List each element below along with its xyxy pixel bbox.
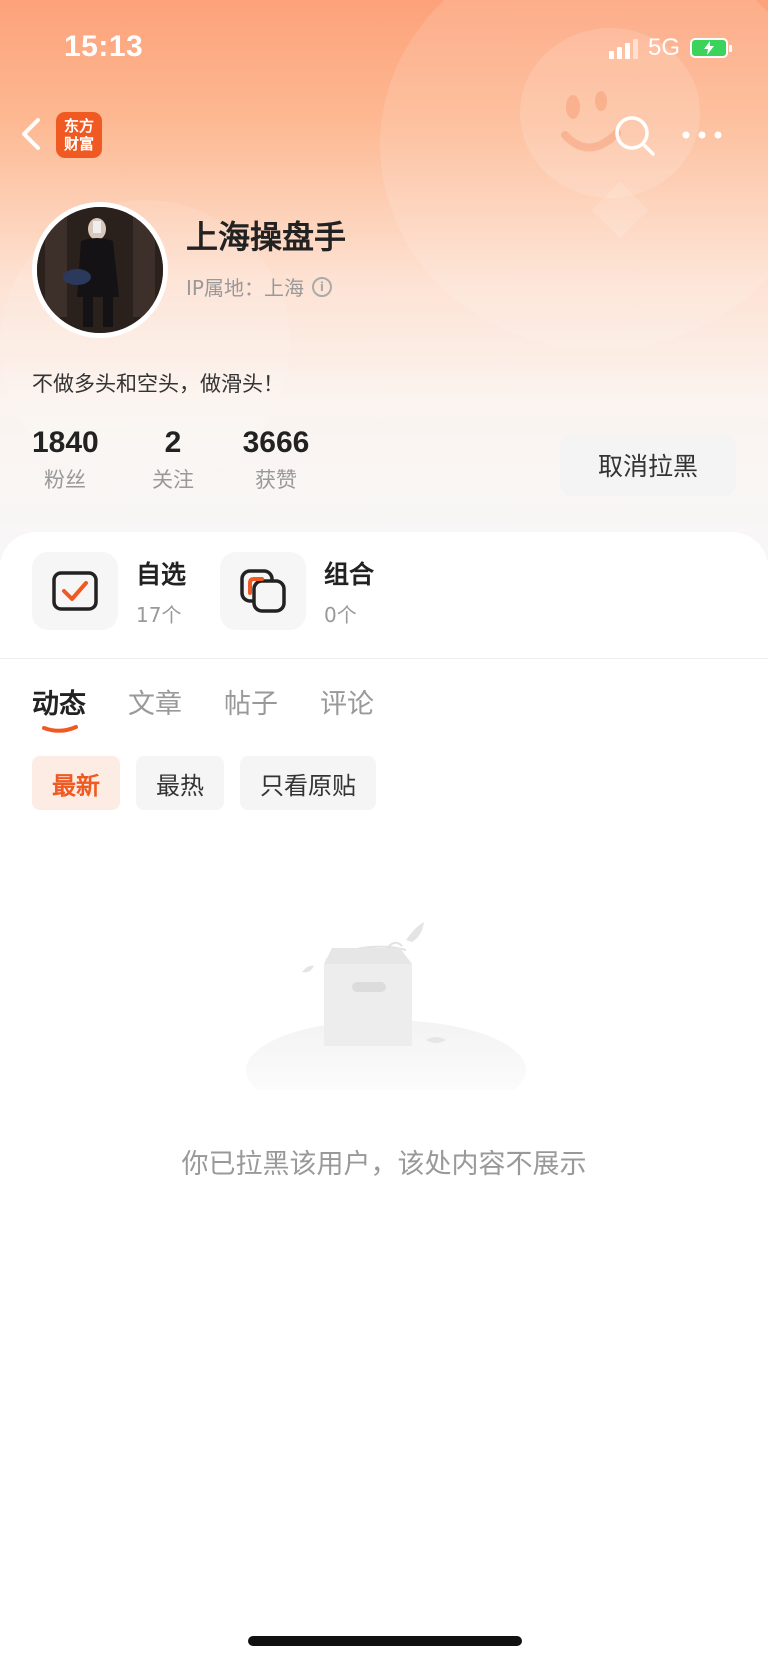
status-indicators: 5G <box>608 34 732 62</box>
avatar-photo-icon <box>37 207 163 333</box>
back-icon[interactable] <box>18 112 48 156</box>
info-icon[interactable]: i <box>311 276 332 297</box>
tab-articles[interactable]: 文章 <box>128 682 182 721</box>
signal-icon <box>608 37 638 59</box>
unblock-button[interactable]: 取消拉黑 <box>560 434 736 496</box>
avatar[interactable] <box>32 202 168 338</box>
quick-entry-title: 组合 <box>324 559 375 589</box>
filter-original-only[interactable]: 只看原贴 <box>240 756 376 810</box>
filter-latest[interactable]: 最新 <box>32 756 120 810</box>
filter-hot[interactable]: 最热 <box>136 756 224 810</box>
empty-box-illustration <box>246 922 526 1090</box>
quick-entry-portfolio[interactable]: 组合 0个 <box>220 552 374 630</box>
quick-entry-watchlist[interactable]: 自选 17个 <box>32 552 186 630</box>
battery-icon <box>690 38 732 58</box>
home-indicator[interactable] <box>248 1636 522 1646</box>
quick-entry-title: 自选 <box>136 559 187 589</box>
tab-active-indicator <box>42 725 78 733</box>
tab-label: 帖子 <box>224 689 278 720</box>
content-tabs: 动态 文章 帖子 评论 <box>32 682 374 733</box>
tab-label: 文章 <box>128 689 182 720</box>
tab-label: 评论 <box>320 689 374 720</box>
portfolio-icon <box>240 569 286 613</box>
filter-chips: 最新 最热 只看原贴 <box>32 756 376 810</box>
stat-label: 获赞 <box>255 468 297 492</box>
tab-dynamics[interactable]: 动态 <box>32 682 86 733</box>
more-icon[interactable] <box>680 122 726 148</box>
quick-entry-count: 0个 <box>324 602 357 627</box>
stat-likes[interactable]: 3666 获赞 <box>238 426 314 494</box>
username: 上海操盘手 <box>186 218 347 256</box>
stat-value: 2 <box>164 426 182 459</box>
stat-followers[interactable]: 1840 粉丝 <box>32 426 99 494</box>
watchlist-icon <box>52 571 98 611</box>
logo-text-line2: 财富 <box>63 135 94 153</box>
bio: 不做多头和空头，做滑头！ <box>32 372 284 396</box>
stat-value: 1840 <box>32 426 99 459</box>
network-label: 5G <box>647 34 680 61</box>
ip-location-label: IP属地：上海 <box>186 276 304 300</box>
search-icon[interactable] <box>612 113 658 159</box>
tab-comments[interactable]: 评论 <box>320 682 374 721</box>
profile-stats: 1840 粉丝 2 关注 3666 获赞 <box>32 426 314 494</box>
empty-message: 你已拉黑该用户，该处内容不展示 <box>181 1149 587 1180</box>
portfolio-icon-box <box>220 552 306 630</box>
tab-label: 动态 <box>32 689 86 720</box>
stat-value: 3666 <box>242 426 310 459</box>
logo-text-line1: 东方 <box>63 117 94 135</box>
watchlist-icon-box <box>32 552 118 630</box>
divider <box>0 658 768 659</box>
stat-label: 关注 <box>152 468 194 492</box>
app-logo[interactable]: 东方 财富 <box>56 112 102 158</box>
stat-following[interactable]: 2 关注 <box>140 426 206 494</box>
quick-entry-count: 17个 <box>136 602 182 627</box>
ip-location: IP属地：上海 i <box>186 272 332 301</box>
status-time: 15:13 <box>64 30 144 63</box>
stat-label: 粉丝 <box>44 468 86 492</box>
tab-posts[interactable]: 帖子 <box>224 682 278 721</box>
